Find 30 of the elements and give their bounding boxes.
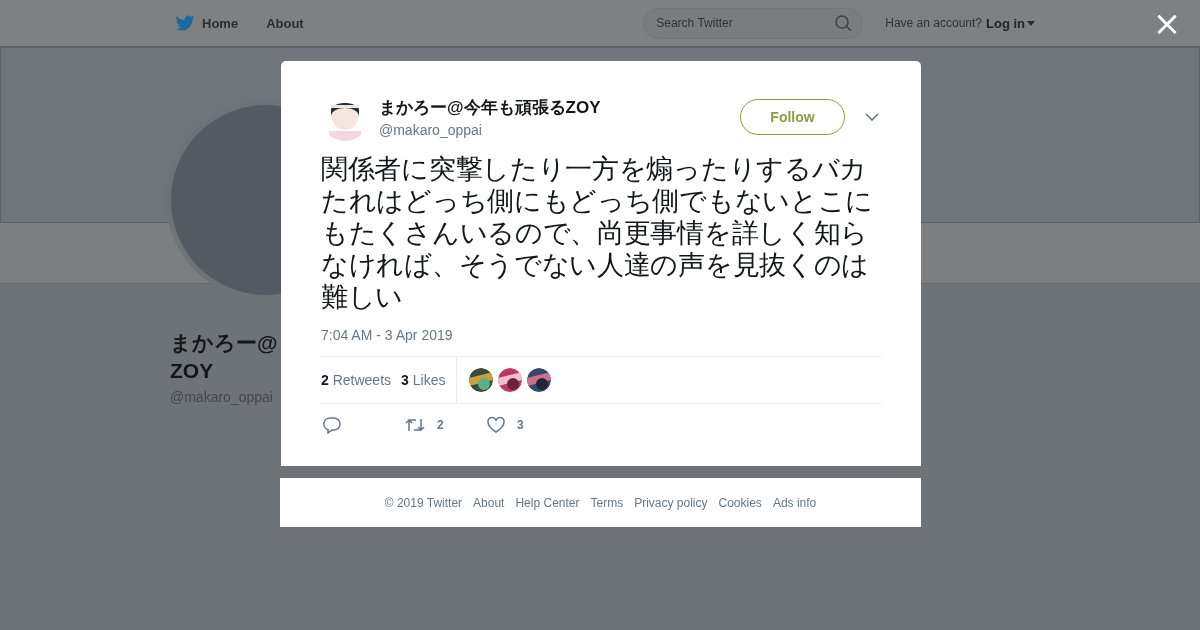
footer-link[interactable]: Help Center	[515, 495, 580, 510]
reply-icon[interactable]	[323, 416, 341, 434]
footer-link[interactable]: Terms	[590, 495, 624, 510]
stat-link[interactable]: 2 Retweets	[321, 372, 392, 388]
search-icon	[835, 14, 853, 32]
heart-icon[interactable]	[487, 417, 505, 433]
footer-link[interactable]: Cookies	[718, 495, 762, 510]
display-name: まかろー@今年も頑張るZOY	[379, 97, 602, 119]
bird-icon	[175, 14, 195, 32]
caret-icon	[1027, 20, 1035, 26]
tweet-text: 関係者に突撃したり一方を煽ったりするバカたれはどっち側にもどっち側でもないとこにもたくさんいるので、尚更事情を詳しく知らなければ、そうでない人達の声を見抜くのは難しい	[321, 153, 874, 313]
profile-name: まかろー@ ZOY	[170, 330, 278, 384]
account-prompt: Have an account?	[885, 16, 982, 30]
login-link[interactable]: Log in	[986, 15, 1035, 31]
chevron-icon[interactable]	[865, 113, 879, 121]
retweet-icon[interactable]	[405, 417, 425, 433]
action-count: 2	[437, 418, 444, 432]
stat-link[interactable]: 3 Likes	[401, 372, 446, 388]
nav-link[interactable]: Home	[175, 14, 239, 32]
footer-link[interactable]: About	[473, 495, 505, 510]
footer-link[interactable]: © 2019 Twitter	[384, 495, 463, 510]
action-count: 3	[517, 418, 524, 432]
follow-button[interactable]: Follow	[740, 99, 845, 135]
footer-link[interactable]: Ads info	[772, 495, 817, 510]
close-button[interactable]: ×	[1150, 5, 1184, 41]
search-field[interactable]: Search Twitter	[643, 7, 864, 39]
timestamp: 7:04 AM - 3 Apr 2019	[321, 327, 454, 343]
footer-link[interactable]: Privacy policy	[634, 495, 708, 510]
nav-link[interactable]: About	[266, 15, 304, 31]
user-handle: @makaro_oppai	[379, 122, 483, 138]
